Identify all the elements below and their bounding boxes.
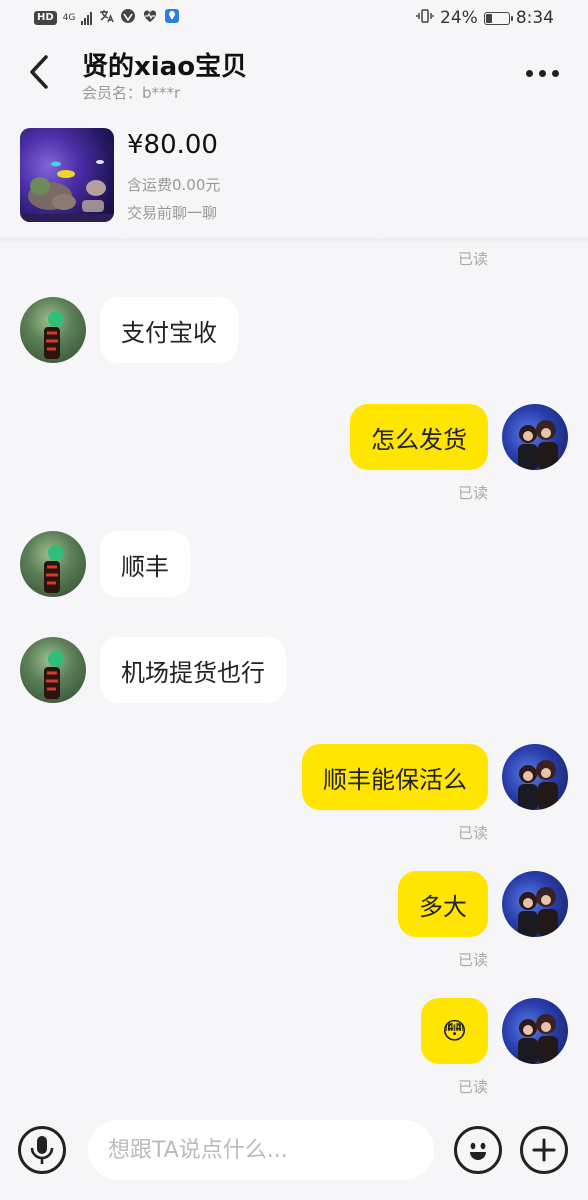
clock: 8:34 bbox=[515, 8, 554, 28]
message-bubble-outgoing[interactable]: 😳 bbox=[420, 998, 488, 1064]
more-dot bbox=[551, 69, 559, 77]
more-dot bbox=[538, 69, 546, 77]
chat-area[interactable]: 已读 支付宝收 怎么发货 已读 顺丰 机场提货也行 顺丰能保活么 已读 多大 已… bbox=[0, 244, 588, 1104]
my-avatar-image bbox=[518, 420, 558, 470]
member-name: 会员名：b***r bbox=[82, 84, 181, 102]
message-bubble-incoming[interactable]: 顺丰 bbox=[100, 531, 190, 597]
back-button[interactable] bbox=[22, 52, 56, 92]
translate-icon bbox=[98, 8, 115, 28]
contact-name: 贤的xiao宝贝 bbox=[82, 52, 248, 82]
seller-avatar[interactable] bbox=[20, 531, 86, 597]
message-bubble-outgoing[interactable]: 顺丰能保活么 bbox=[302, 744, 488, 810]
message-input[interactable] bbox=[88, 1120, 434, 1180]
my-avatar[interactable] bbox=[502, 998, 568, 1064]
network-type: 4G bbox=[62, 12, 76, 23]
chat-header: 贤的xiao宝贝 会员名：b***r bbox=[0, 36, 588, 116]
battery-icon bbox=[483, 11, 513, 25]
my-avatar[interactable] bbox=[502, 404, 568, 470]
read-status: 已读 bbox=[457, 250, 488, 268]
emoji-button[interactable] bbox=[454, 1126, 502, 1174]
read-status: 已读 bbox=[457, 1078, 488, 1096]
product-note: 交易前聊一聊 bbox=[127, 204, 218, 222]
product-price: ¥80.00 bbox=[127, 130, 218, 160]
product-card[interactable]: ¥80.00 含运费0.00元 交易前聊一聊 bbox=[0, 118, 588, 240]
message-bubble-incoming[interactable]: 支付宝收 bbox=[100, 297, 238, 363]
signal-icon bbox=[81, 11, 93, 25]
message-bubble-outgoing[interactable]: 怎么发货 bbox=[350, 404, 488, 470]
battery-percent: 24% bbox=[440, 8, 478, 28]
my-avatar-image bbox=[518, 760, 558, 810]
plus-icon bbox=[532, 1138, 556, 1162]
vpn-icon bbox=[120, 8, 136, 28]
seller-avatar[interactable] bbox=[20, 297, 86, 363]
seller-avatar-image bbox=[44, 545, 64, 593]
seller-avatar-image bbox=[44, 311, 64, 359]
read-status: 已读 bbox=[457, 951, 488, 969]
voice-button[interactable] bbox=[18, 1126, 66, 1174]
hd-badge: HD bbox=[34, 11, 57, 25]
status-bar-left: HD 4G bbox=[34, 8, 180, 28]
vibrate-icon bbox=[416, 8, 434, 29]
product-image[interactable] bbox=[20, 128, 114, 222]
aquarium-image bbox=[20, 160, 114, 222]
seller-avatar-image bbox=[44, 651, 64, 699]
microphone-icon bbox=[30, 1136, 54, 1164]
more-dots-icon bbox=[525, 69, 533, 77]
seller-avatar[interactable] bbox=[20, 637, 86, 703]
health-icon bbox=[142, 8, 158, 28]
message-bubble-incoming[interactable]: 机场提货也行 bbox=[100, 637, 286, 703]
my-avatar-image bbox=[518, 1014, 558, 1064]
app-notification-icon bbox=[164, 8, 180, 28]
plus-button[interactable] bbox=[520, 1126, 568, 1174]
input-bar bbox=[0, 1108, 588, 1200]
emoji-icon bbox=[470, 1142, 486, 1160]
read-status: 已读 bbox=[457, 484, 488, 502]
read-status: 已读 bbox=[457, 824, 488, 842]
status-bar: HD 4G 24% 8:34 bbox=[0, 0, 588, 36]
message-bubble-outgoing[interactable]: 多大 bbox=[398, 871, 488, 937]
my-avatar[interactable] bbox=[502, 871, 568, 937]
shipping-info: 含运费0.00元 bbox=[127, 176, 221, 194]
more-button[interactable] bbox=[520, 58, 564, 88]
chevron-left-icon bbox=[30, 55, 48, 89]
my-avatar-image bbox=[518, 887, 558, 937]
status-bar-right: 24% 8:34 bbox=[416, 8, 554, 29]
my-avatar[interactable] bbox=[502, 744, 568, 810]
